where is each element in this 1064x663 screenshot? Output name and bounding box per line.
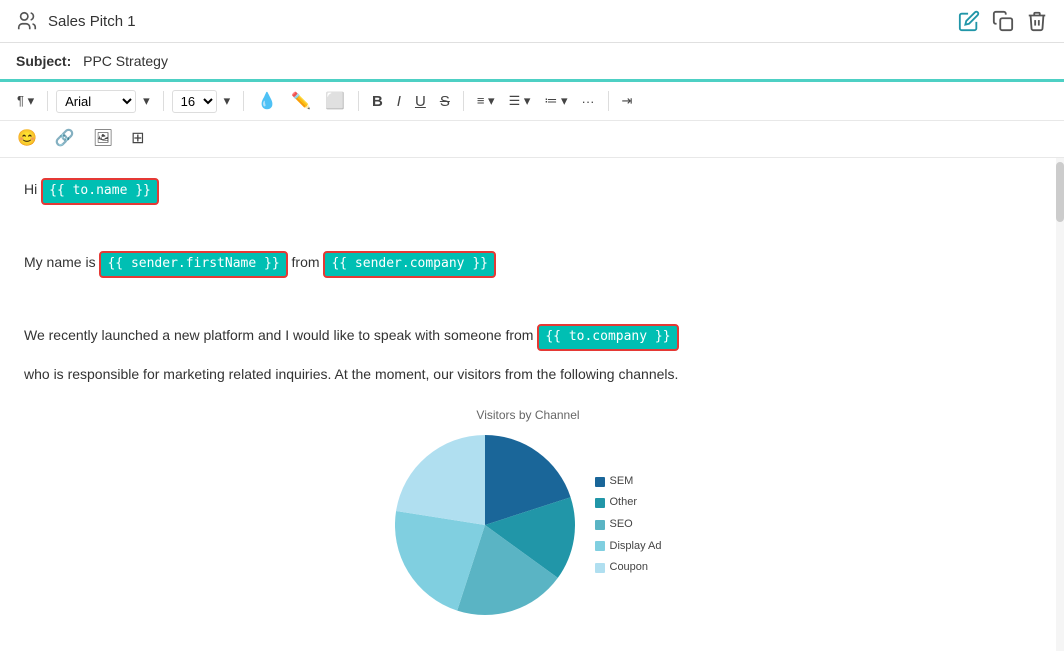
legend-label-other: Other (610, 494, 638, 512)
sep4 (358, 91, 359, 111)
line-empty2 (24, 290, 1032, 312)
underline-btn[interactable]: U (410, 90, 431, 113)
bullet-btn[interactable]: ≔ ▾ (539, 90, 572, 112)
font-group: Arial ▾ (56, 90, 155, 113)
users-icon (16, 10, 38, 32)
scrollbar[interactable] (1056, 158, 1064, 651)
image-btn[interactable]: 🖼 (88, 125, 118, 151)
line-myname: My name is {{ sender.firstName }} from {… (24, 251, 1032, 278)
paragraph-btn[interactable]: ¶ ▾ (12, 90, 39, 112)
legend-dot-seo (595, 520, 605, 530)
legend-dot-sem (595, 477, 605, 487)
font-name-dropdown[interactable]: ▾ (138, 90, 155, 112)
strikethrough-btn[interactable]: S (435, 90, 455, 113)
sep5 (463, 91, 464, 111)
line-launched: We recently launched a new platform and … (24, 324, 1032, 351)
subject-bar: Subject: PPC Strategy (0, 43, 1064, 82)
launched-prefix: We recently launched a new platform and … (24, 327, 537, 343)
list-btn[interactable]: ☰ ▾ (504, 90, 536, 112)
legend-label-sem: SEM (610, 473, 634, 491)
tag-to-name: {{ to.name }} (41, 178, 159, 205)
toolbar-row1: ¶ ▾ Arial ▾ 16 ▾ 💧 ✏️ ⬜ B I U S ≡ ▾ ☰ ▾ … (0, 82, 1064, 121)
line-empty1 (24, 217, 1032, 239)
legend-other: Other (595, 494, 662, 512)
font-name-select[interactable]: Arial (56, 90, 136, 113)
pie-coupon (396, 435, 485, 525)
editor[interactable]: Hi {{ to.name }} My name is {{ sender.fi… (0, 158, 1056, 651)
legend-label-display: Display Ad (610, 538, 662, 556)
legend-display: Display Ad (595, 538, 662, 556)
scrollbar-thumb[interactable] (1056, 162, 1064, 222)
legend-dot-coupon (595, 563, 605, 573)
clear-format-btn[interactable]: ⬜ (320, 88, 350, 114)
legend-dot-other (595, 498, 605, 508)
copy-icon[interactable] (992, 10, 1014, 32)
chart-title: Visitors by Channel (476, 406, 579, 425)
highlight-btn[interactable]: ✏️ (286, 88, 316, 114)
header-left: Sales Pitch 1 (16, 10, 136, 32)
subject-value: PPC Strategy (83, 53, 168, 69)
header-icons (958, 10, 1048, 32)
legend-label-seo: SEO (610, 516, 633, 534)
legend-dot-display (595, 541, 605, 551)
bold-btn[interactable]: B (367, 90, 388, 113)
emoji-btn[interactable]: 😊 (12, 125, 42, 151)
sep1 (47, 91, 48, 111)
line-hi: Hi {{ to.name }} (24, 178, 1032, 205)
link-btn[interactable]: 🔗 (50, 125, 80, 151)
legend-seo: SEO (595, 516, 662, 534)
more-btn[interactable]: ··· (577, 91, 600, 112)
legend-coupon: Coupon (595, 559, 662, 577)
tag-sender-company: {{ sender.company }} (323, 251, 496, 278)
from-text: from (288, 254, 324, 270)
header: Sales Pitch 1 (0, 0, 1064, 43)
indent-btn[interactable]: ⇥ (617, 90, 638, 112)
edit-icon[interactable] (958, 10, 980, 32)
content-area: Hi {{ to.name }} My name is {{ sender.fi… (0, 158, 1064, 651)
italic-btn[interactable]: I (392, 90, 406, 113)
legend-sem: SEM (595, 473, 662, 491)
pie-chart (395, 435, 575, 615)
pitch-title: Sales Pitch 1 (48, 13, 136, 30)
legend-label-coupon: Coupon (610, 559, 649, 577)
align-btn[interactable]: ≡ ▾ (472, 90, 500, 112)
chart-legend: SEM Other SEO Display Ad (595, 473, 662, 577)
myname-prefix: My name is (24, 254, 99, 270)
trash-icon[interactable] (1026, 10, 1048, 32)
font-size-group: 16 ▾ (172, 90, 236, 113)
sep2 (163, 91, 164, 111)
line-responsible: who is responsible for marketing related… (24, 363, 1032, 385)
toolbar-row2: 😊 🔗 🖼 ⊞ (0, 121, 1064, 158)
sep6 (608, 91, 609, 111)
color-btn[interactable]: 💧 (252, 88, 282, 114)
font-size-select[interactable]: 16 (172, 90, 217, 113)
chart-container: Visitors by Channel (24, 406, 1032, 615)
chart-body: SEM Other SEO Display Ad (395, 435, 662, 615)
hi-prefix: Hi (24, 181, 41, 197)
tag-sender-firstname: {{ sender.firstName }} (99, 251, 287, 278)
table-btn[interactable]: ⊞ (126, 125, 149, 151)
sep3 (243, 91, 244, 111)
tag-to-company: {{ to.company }} (537, 324, 678, 351)
font-size-dropdown[interactable]: ▾ (219, 90, 236, 112)
subject-label: Subject: (16, 53, 71, 69)
paragraph-group: ¶ ▾ (12, 90, 39, 112)
